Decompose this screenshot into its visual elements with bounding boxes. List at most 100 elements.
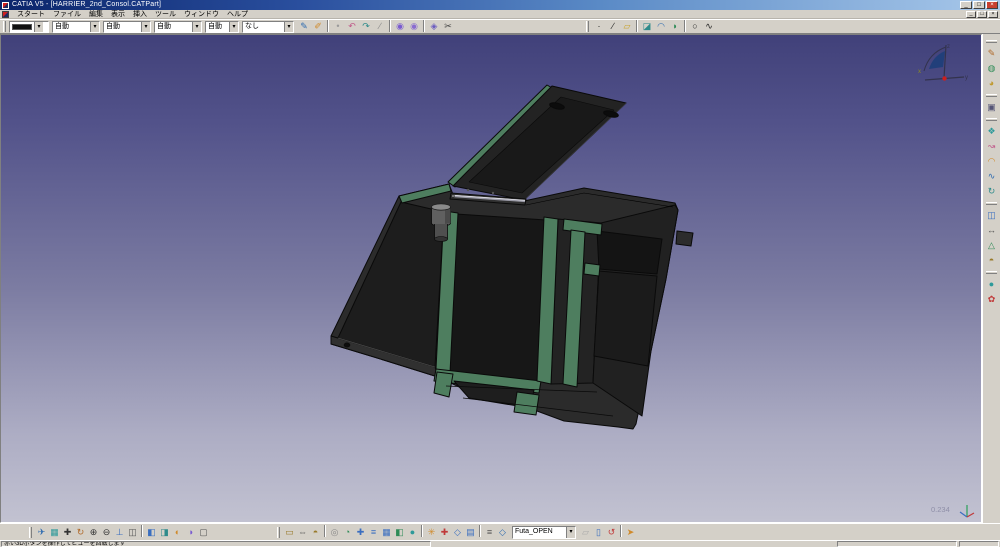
line-weight-combo[interactable]: 自動 ▾: [52, 21, 100, 33]
anchor-icon[interactable]: ✚: [438, 525, 451, 539]
view-window-icon[interactable]: ◫: [984, 208, 999, 223]
zoom-out-icon[interactable]: ⊖: [100, 525, 113, 539]
sphere-surface-icon[interactable]: ◗: [668, 20, 682, 33]
measure-thickness-icon[interactable]: ⇔: [296, 525, 309, 539]
point-symbol-combo[interactable]: 自動 ▾: [154, 21, 202, 33]
shading-icon[interactable]: ◨: [158, 525, 171, 539]
chevron-down-icon[interactable]: ▾: [141, 22, 150, 32]
cut-icon[interactable]: ✂: [441, 20, 455, 33]
sphere-tool-icon[interactable]: ●: [984, 277, 999, 292]
measure-item-icon[interactable]: △: [984, 238, 999, 253]
rotate-icon[interactable]: ↻: [74, 525, 87, 539]
chevron-down-icon[interactable]: ▾: [90, 22, 99, 32]
redo-icon[interactable]: ↷: [359, 20, 373, 33]
extrude-surface-icon[interactable]: ◪: [640, 20, 654, 33]
fit-all-icon[interactable]: ▦: [48, 525, 61, 539]
smart-pick-icon[interactable]: ◔: [341, 525, 354, 539]
menu-item-tools[interactable]: ツール: [151, 10, 180, 19]
pen-stroke-icon[interactable]: ∕: [373, 20, 387, 33]
box-icon[interactable]: ◧: [393, 525, 406, 539]
snap-icon[interactable]: ◎: [328, 525, 341, 539]
close-button[interactable]: ×: [986, 1, 998, 9]
render-style-icon[interactable]: ◈: [427, 20, 441, 33]
menu-item-help[interactable]: ヘルプ: [223, 10, 252, 19]
power-copy-icon[interactable]: ↺: [605, 525, 618, 539]
circle-icon[interactable]: ○: [688, 20, 702, 33]
swap-space-icon[interactable]: ◑: [184, 525, 197, 539]
paste-disabled-icon[interactable]: ▱: [579, 525, 592, 539]
child-close-button[interactable]: ×: [988, 11, 998, 18]
menu-item-insert[interactable]: 挿入: [129, 10, 151, 19]
camera-front-icon[interactable]: ◉: [393, 20, 407, 33]
list-icon[interactable]: ≡: [483, 525, 496, 539]
chevron-down-icon[interactable]: ▾: [192, 22, 201, 32]
capture-icon[interactable]: ▣: [984, 100, 999, 115]
catalog-icon[interactable]: ▤: [464, 525, 477, 539]
toolbar-grip[interactable]: [586, 21, 589, 32]
paint-splash-icon[interactable]: ❖: [984, 124, 999, 139]
axis-icon[interactable]: ✚: [354, 525, 367, 539]
spline-tool-icon[interactable]: ∿: [984, 169, 999, 184]
apply-style-icon[interactable]: ✿: [984, 292, 999, 307]
chevron-down-icon[interactable]: ▾: [284, 22, 293, 32]
fix-icon[interactable]: ◇: [451, 525, 464, 539]
paint-bucket-icon[interactable]: ✐: [311, 20, 325, 33]
menu-item-file[interactable]: ファイル: [49, 10, 85, 19]
pan-icon[interactable]: ✚: [61, 525, 74, 539]
brush-swoosh-icon[interactable]: ➤: [624, 525, 637, 539]
color-combo[interactable]: ▾: [9, 21, 49, 33]
point-icon[interactable]: ·: [592, 20, 606, 33]
clipboard-icon[interactable]: ▯: [592, 525, 605, 539]
constraint-icon[interactable]: ✳: [425, 525, 438, 539]
helix-icon[interactable]: ↻: [984, 184, 999, 199]
painter-icon[interactable]: ✎: [297, 20, 311, 33]
zoom-in-icon[interactable]: ⊕: [87, 525, 100, 539]
curve-arrow-icon[interactable]: ↝: [984, 139, 999, 154]
viewport-3d[interactable]: z x y 0.234: [0, 34, 982, 523]
menu-item-window[interactable]: ウィンドウ: [180, 10, 223, 19]
menu-item-view[interactable]: 表示: [107, 10, 129, 19]
multi-view-icon[interactable]: ◫: [126, 525, 139, 539]
line-icon[interactable]: ∕: [606, 20, 620, 33]
minimize-button[interactable]: _: [960, 1, 972, 9]
apply-material-icon[interactable]: ◕: [984, 76, 999, 91]
child-maximize-button[interactable]: □: [977, 11, 987, 18]
maximize-button[interactable]: □: [973, 1, 985, 9]
menu-item-start[interactable]: スタート: [13, 10, 49, 19]
inertia-icon[interactable]: ◓: [309, 525, 322, 539]
undo-icon[interactable]: ↶: [345, 20, 359, 33]
normal-view-icon[interactable]: ⊥: [113, 525, 126, 539]
child-minimize-button[interactable]: _: [966, 11, 976, 18]
chevron-down-icon[interactable]: ▾: [229, 22, 238, 32]
toolbar-grip[interactable]: [3, 21, 6, 32]
chevron-down-icon[interactable]: ▾: [566, 527, 575, 538]
sketcher-icon[interactable]: ✎: [984, 46, 999, 61]
spline-icon[interactable]: ∿: [702, 20, 716, 33]
fullscreen-icon[interactable]: ▢: [197, 525, 210, 539]
paste-format-icon[interactable]: ◇: [496, 525, 509, 539]
measure-between-icon[interactable]: ▭: [283, 525, 296, 539]
grid-icon[interactable]: ▦: [380, 525, 393, 539]
rendering-combo[interactable]: 自動 ▾: [205, 21, 239, 33]
camera-back-icon[interactable]: ◉: [407, 20, 421, 33]
plane-icon[interactable]: ▱: [620, 20, 634, 33]
hide-show-icon[interactable]: ◐: [171, 525, 184, 539]
align-icon[interactable]: ≡: [367, 525, 380, 539]
arc-tool-icon[interactable]: ◠: [984, 154, 999, 169]
mass-properties-icon[interactable]: ◓: [984, 253, 999, 268]
layer-combo[interactable]: なし ▾: [242, 21, 294, 33]
point-select-icon[interactable]: •: [331, 20, 345, 33]
menu-item-edit[interactable]: 編集: [85, 10, 107, 19]
toolbar-grip[interactable]: [986, 40, 997, 43]
named-views-combo[interactable]: Futa_OPEN ▾: [512, 526, 576, 539]
fly-mode-icon[interactable]: ✈: [35, 525, 48, 539]
toolbar-grip[interactable]: [29, 527, 32, 538]
toolbar-grip[interactable]: [277, 527, 280, 538]
chevron-down-icon[interactable]: ▾: [34, 22, 43, 32]
part-body-icon[interactable]: ◍: [984, 61, 999, 76]
line-type-combo[interactable]: 自動 ▾: [103, 21, 151, 33]
revolve-surface-icon[interactable]: ◠: [654, 20, 668, 33]
measure-icon[interactable]: ↔: [984, 223, 999, 238]
sphere-icon[interactable]: ●: [406, 525, 419, 539]
quick-view-icon[interactable]: ◧: [145, 525, 158, 539]
